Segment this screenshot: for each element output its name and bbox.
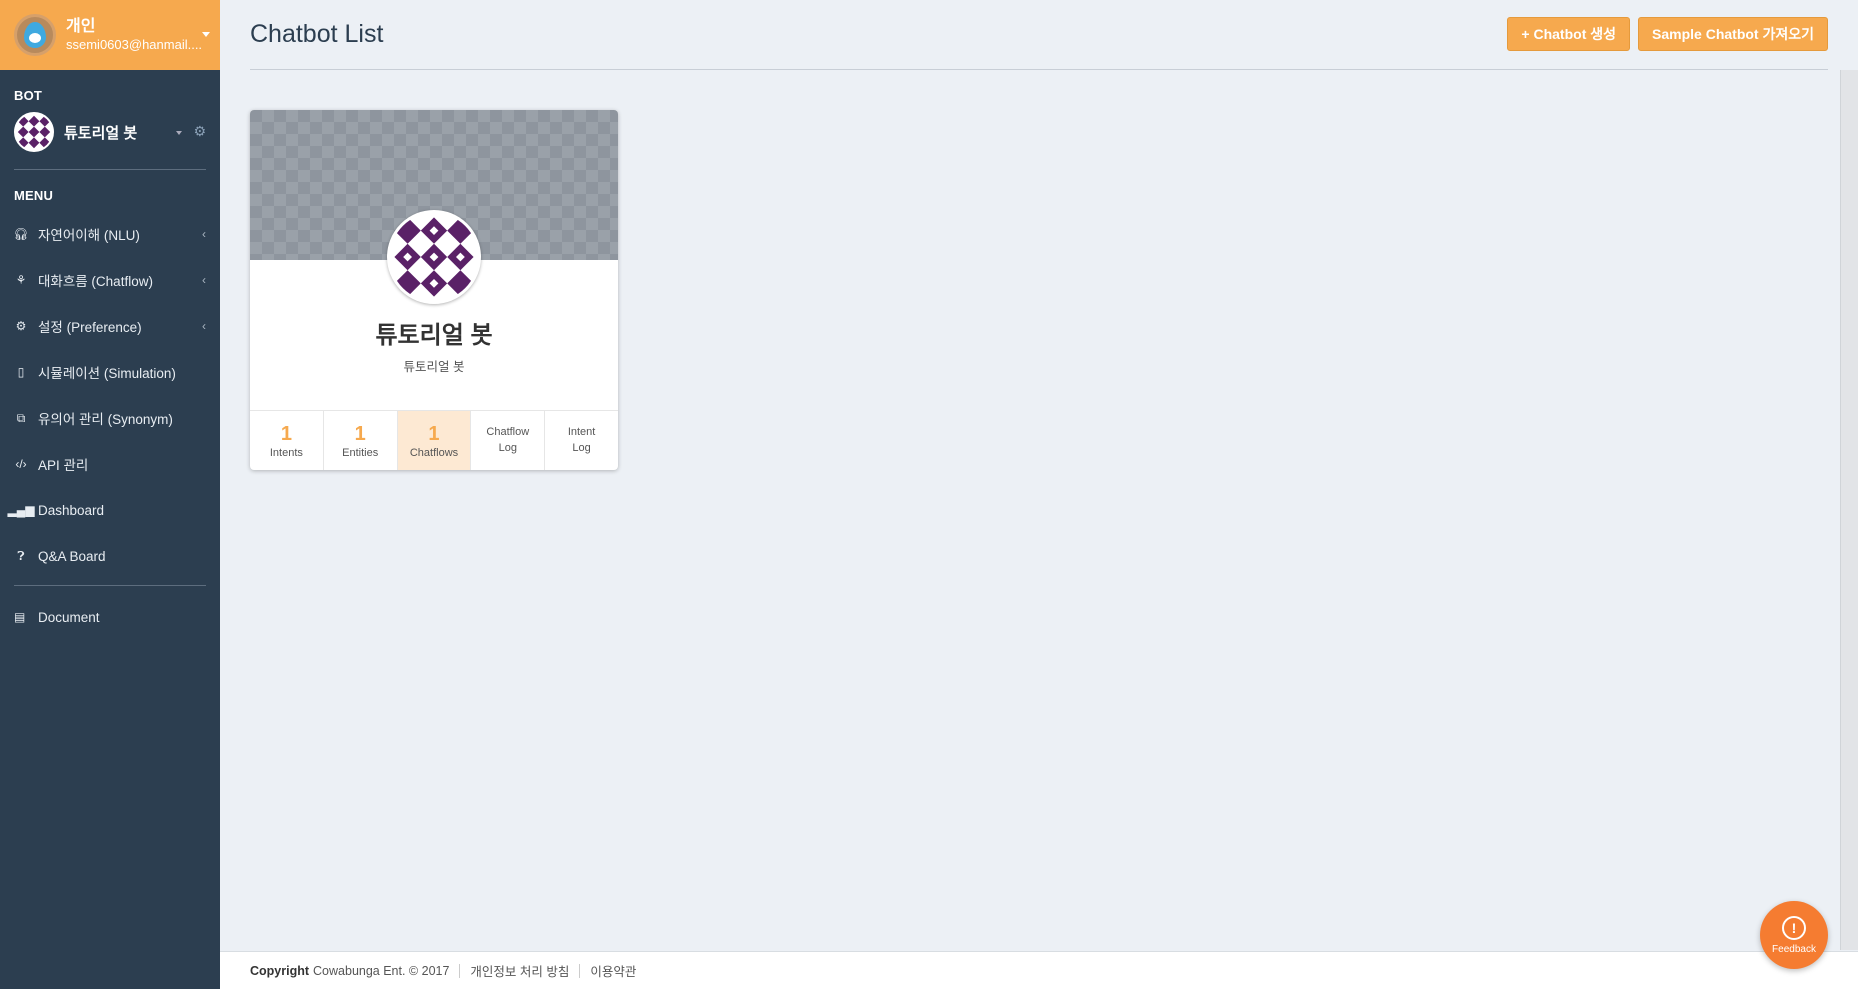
menu-item-preference[interactable]: ⚙ 설정 (Preference) ‹	[0, 303, 220, 349]
menu-item-api[interactable]: ‹/› API 관리	[0, 441, 220, 487]
privacy-policy-link[interactable]: 개인정보 처리 방침	[470, 961, 569, 980]
sidebar: 개인 ssemi0603@hanmail.... BOT 튜토리얼 봇 ⚙ ME…	[0, 0, 220, 989]
document-label: Document	[38, 609, 100, 625]
chatbot-name: 튜토리얼 봇	[375, 322, 493, 349]
menu-item-label: 대화흐름 (Chatflow)	[38, 274, 153, 289]
bot-selector[interactable]: 튜토리얼 봇 ⚙	[0, 103, 220, 152]
feedback-button[interactable]: ! Feedback	[1760, 901, 1828, 969]
copyright-text: Cowabunga Ent. © 2017	[313, 963, 450, 978]
menu-item-label: 자연어이해 (NLU)	[38, 228, 140, 243]
stat-label: Chatflows	[409, 446, 459, 459]
log-label-line1: Intent	[567, 426, 596, 439]
gear-icon[interactable]: ⚙	[193, 123, 206, 140]
chevron-left-icon: ‹	[202, 227, 206, 241]
stat-chatflows[interactable]: 1 Chatflows	[397, 411, 472, 470]
stat-number: 1	[280, 422, 292, 445]
stat-number: 1	[428, 422, 440, 445]
headset-icon: 🎧︎	[13, 227, 29, 241]
stat-entities[interactable]: 1 Entities	[324, 411, 398, 470]
menu-item-nlu[interactable]: 🎧︎ 자연어이해 (NLU) ‹	[0, 211, 220, 257]
chatbot-avatar	[387, 210, 481, 304]
chatbot-stats: 1 Intents 1 Entities 1 Chatflows Chatflo…	[250, 410, 618, 470]
create-chatbot-button[interactable]: + Chatbot 생성	[1507, 17, 1631, 51]
menu-item-qa-board[interactable]: ❓︎ Q&A Board	[0, 533, 220, 579]
footer: Copyright Cowabunga Ent. © 2017 개인정보 처리 …	[220, 951, 1858, 989]
bot-avatar	[14, 112, 54, 152]
stat-intents[interactable]: 1 Intents	[250, 411, 324, 470]
scrollbar[interactable]	[1840, 70, 1858, 950]
user-email: ssemi0603@hanmail....	[66, 36, 203, 52]
menu-item-chatflow[interactable]: ⚘ 대화흐름 (Chatflow) ‹	[0, 257, 220, 303]
code-icon: ‹/›	[15, 457, 27, 471]
user-avatar	[14, 14, 56, 56]
caret-down-icon[interactable]	[202, 32, 210, 37]
menu-item-dashboard[interactable]: ▂▄▆ Dashboard	[0, 487, 220, 533]
divider	[579, 963, 581, 978]
menu-item-simulation[interactable]: ▯ 시뮬레이션 (Simulation)	[0, 349, 220, 395]
stat-label: Intents	[269, 446, 303, 459]
menu-section-label: MENU	[14, 188, 54, 203]
flow-icon: ⚘	[15, 273, 27, 287]
log-label-line1: Chatflow	[486, 426, 530, 439]
exclamation-icon: !	[1782, 915, 1806, 940]
chevron-left-icon: ‹	[202, 319, 206, 333]
feedback-label: Feedback	[1772, 943, 1816, 955]
menu-item-synonym[interactable]: ⧉ 유의어 관리 (Synonym)	[0, 395, 220, 441]
cogs-icon: ⚙	[15, 319, 27, 333]
stat-label: Entities	[342, 446, 379, 459]
divider	[459, 963, 461, 978]
copy-icon: ⧉	[16, 410, 26, 425]
menu-item-label: 설정 (Preference)	[38, 320, 142, 335]
chatbot-description: 튜토리얼 봇	[403, 360, 465, 374]
log-label-line2: Log	[572, 441, 591, 454]
import-sample-chatbot-button[interactable]: Sample Chatbot 가져오기	[1638, 17, 1828, 51]
water-drop-icon	[24, 22, 46, 48]
bot-pattern-icon	[16, 114, 52, 150]
bot-pattern-icon	[390, 213, 478, 301]
page-title: Chatbot List	[250, 20, 384, 48]
log-label-line2: Log	[498, 441, 517, 454]
page-header: Chatbot List + Chatbot 생성 Sample Chatbot…	[250, 0, 1828, 70]
header-actions: + Chatbot 생성 Sample Chatbot 가져오기	[1507, 17, 1828, 51]
question-circle-icon: ❓︎	[17, 548, 25, 563]
menu-item-label: Dashboard	[38, 502, 105, 518]
chatflow-log-link[interactable]: Chatflow Log	[471, 411, 546, 470]
book-icon: ▤	[14, 610, 26, 624]
main-content: Chatbot List + Chatbot 생성 Sample Chatbot…	[220, 0, 1858, 989]
menu-item-label: 유의어 관리 (Synonym)	[38, 412, 173, 427]
intent-log-link[interactable]: Intent Log	[545, 411, 618, 470]
bar-chart-icon: ▂▄▆	[7, 503, 35, 517]
stat-number: 1	[354, 422, 366, 445]
menu-item-label: Q&A Board	[38, 548, 106, 564]
menu-item-label: 시뮬레이션 (Simulation)	[38, 366, 176, 381]
menu-item-document[interactable]: ▤ Document	[0, 594, 220, 640]
divider	[14, 585, 206, 586]
user-panel[interactable]: 개인 ssemi0603@hanmail....	[0, 0, 220, 70]
copyright-label: Copyright	[250, 963, 310, 978]
chevron-left-icon: ‹	[202, 273, 206, 287]
menu-item-label: API 관리	[38, 458, 89, 473]
caret-down-icon[interactable]	[176, 131, 182, 135]
bot-section-label: BOT	[14, 88, 43, 103]
user-name: 개인	[66, 17, 96, 35]
mobile-icon: ▯	[17, 365, 25, 379]
menu-list: 🎧︎ 자연어이해 (NLU) ‹ ⚘ 대화흐름 (Chatflow) ‹ ⚙ 설…	[0, 211, 220, 579]
chatbot-card[interactable]: 튜토리얼 봇 튜토리얼 봇 1 Intents 1 Entities 1 Cha…	[250, 110, 618, 470]
bot-name: 튜토리얼 봇	[64, 124, 138, 142]
terms-link[interactable]: 이용약관	[590, 961, 636, 980]
